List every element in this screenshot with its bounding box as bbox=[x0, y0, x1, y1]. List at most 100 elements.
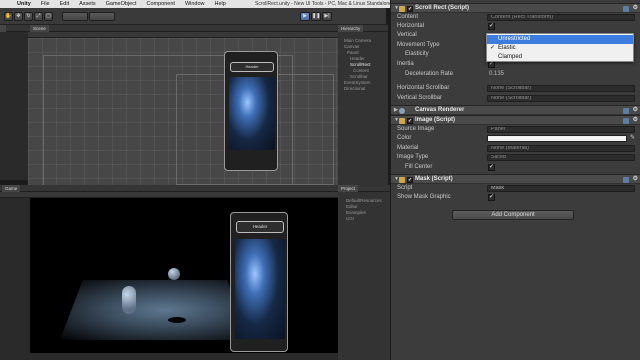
tab-project[interactable]: Project bbox=[338, 185, 359, 192]
menu-window[interactable]: Window bbox=[180, 1, 210, 7]
project-item-examples[interactable]: Examples bbox=[346, 210, 366, 215]
hand-tool-button[interactable]: ✋ bbox=[4, 12, 13, 21]
eyedropper-icon[interactable]: ✎ bbox=[630, 134, 635, 143]
gear-icon[interactable]: ⚙ bbox=[633, 116, 638, 125]
tab-scene[interactable]: Scene bbox=[30, 25, 49, 32]
image-type-label: Image Type bbox=[397, 154, 429, 160]
menu-gameobject[interactable]: GameObject bbox=[101, 1, 142, 7]
script-icon bbox=[399, 177, 405, 183]
show-mask-graphic-checkbox[interactable]: ✓ bbox=[488, 194, 495, 201]
pivot-toggle[interactable] bbox=[62, 12, 88, 21]
material-row: Material None (Material) bbox=[391, 144, 640, 153]
capsule-object bbox=[122, 286, 136, 314]
image-component-header[interactable]: ▼ ✓ Image (Script) ⚙ bbox=[391, 115, 640, 125]
hier-item-content[interactable]: Content bbox=[353, 68, 369, 73]
content-row: Content Content (Rect Transform) bbox=[391, 13, 640, 22]
mask-enabled-checkbox[interactable]: ✓ bbox=[407, 177, 413, 183]
fill-center-label: Fill Center bbox=[405, 164, 433, 170]
option-label: Unrestricted bbox=[498, 36, 531, 42]
hier-item-eventsystem[interactable]: EventSystem bbox=[344, 80, 371, 85]
gear-icon[interactable]: ⚙ bbox=[633, 4, 638, 13]
gear-icon[interactable]: ⚙ bbox=[633, 106, 638, 115]
elasticity-label: Elasticity bbox=[405, 51, 429, 57]
dropdown-option-elastic[interactable]: ✓ Elastic bbox=[487, 44, 633, 53]
game-phone-panel[interactable]: Header bbox=[230, 212, 288, 352]
hier-item-header[interactable]: Header bbox=[350, 56, 365, 61]
help-icon[interactable] bbox=[623, 6, 629, 12]
pause-button[interactable]: ❚❚ bbox=[311, 12, 321, 21]
hierarchy-left-stub bbox=[0, 25, 28, 180]
fill-center-checkbox[interactable]: ✓ bbox=[488, 164, 495, 171]
menu-component[interactable]: Component bbox=[142, 1, 180, 7]
image-type-dropdown[interactable]: Sliced bbox=[487, 154, 635, 161]
project-item-defaultresources[interactable]: DefaultResources bbox=[346, 198, 382, 203]
horizontal-row: Horizontal ✓ bbox=[391, 22, 640, 31]
deceleration-value[interactable]: 0.135 bbox=[489, 70, 504, 79]
window-title: ScrollRect.unity - New UI Tools - PC, Ma… bbox=[255, 1, 392, 7]
tab-left[interactable] bbox=[0, 25, 6, 32]
color-label: Color bbox=[397, 135, 412, 141]
scene-phone-panel[interactable]: Header bbox=[224, 51, 278, 171]
vertical-label: Vertical bbox=[397, 32, 417, 38]
hier-item-panel[interactable]: Panel bbox=[347, 50, 359, 55]
hier-item-main-camera[interactable]: Main Camera bbox=[344, 38, 371, 43]
vscrollbar-field[interactable]: None (Scrollbar) bbox=[487, 95, 635, 102]
scrollrect-enabled-checkbox[interactable]: ✓ bbox=[407, 6, 413, 12]
rect-tool-button[interactable]: ▢ bbox=[44, 12, 53, 21]
material-field[interactable]: None (Material) bbox=[487, 145, 635, 152]
dropdown-option-clamped[interactable]: Clamped bbox=[487, 53, 633, 62]
scene-view[interactable]: Scene Header bbox=[28, 25, 338, 188]
fill-center-row: Fill Center ✓ bbox=[391, 163, 640, 172]
menu-help[interactable]: Help bbox=[210, 1, 231, 7]
mask-script-field[interactable]: Mask bbox=[487, 185, 635, 192]
play-button[interactable]: ▶ bbox=[300, 12, 310, 21]
movement-type-label: Movement Type bbox=[397, 42, 440, 48]
content-field[interactable]: Content (Rect Transform) bbox=[487, 14, 635, 21]
source-image-field[interactable]: Panel bbox=[487, 126, 635, 133]
scrollrect-component-header[interactable]: ▼ ✓ Scroll Rect (Script) ⚙ bbox=[391, 3, 640, 13]
tab-game[interactable]: Game bbox=[2, 185, 21, 192]
horizontal-checkbox[interactable]: ✓ bbox=[488, 23, 495, 30]
gear-icon[interactable]: ⚙ bbox=[633, 175, 638, 184]
help-icon[interactable] bbox=[623, 118, 629, 124]
game-canvas[interactable]: Header bbox=[30, 198, 338, 353]
project-item-ugi[interactable]: UGI bbox=[346, 216, 354, 221]
space-toggle[interactable] bbox=[89, 12, 115, 21]
vscrollbar-row: Vertical Scrollbar None (Scrollbar) bbox=[391, 94, 640, 103]
tab-hierarchy[interactable]: Hierarchy bbox=[338, 25, 364, 32]
show-mask-graphic-row: Show Mask Graphic ✓ bbox=[391, 193, 640, 202]
menu-file[interactable]: File bbox=[36, 1, 55, 7]
hier-item-scrollbar[interactable]: Scrollbar bbox=[350, 74, 368, 79]
hierarchy-panel: Hierarchy Main Camera Canvas Panel Heade… bbox=[338, 25, 388, 185]
collapse-arrow-icon[interactable]: ▶ bbox=[394, 106, 398, 115]
step-button[interactable]: ▶| bbox=[322, 12, 332, 21]
move-tool-button[interactable]: ✥ bbox=[14, 12, 23, 21]
rotate-tool-button[interactable]: ↻ bbox=[24, 12, 33, 21]
menu-edit[interactable]: Edit bbox=[55, 1, 74, 7]
checkmark-icon: ✓ bbox=[490, 45, 496, 51]
menu-assets[interactable]: Assets bbox=[74, 1, 101, 7]
help-icon[interactable] bbox=[623, 108, 629, 114]
scale-tool-button[interactable]: ⤢ bbox=[34, 12, 43, 21]
help-icon[interactable] bbox=[623, 177, 629, 183]
image-enabled-checkbox[interactable]: ✓ bbox=[407, 118, 413, 124]
dropdown-option-unrestricted[interactable]: Unrestricted bbox=[487, 35, 633, 44]
scene-canvas[interactable]: Header bbox=[28, 38, 338, 188]
add-component-button[interactable]: Add Component bbox=[452, 210, 574, 220]
hier-item-directional[interactable]: Directional bbox=[344, 86, 365, 91]
canvasrenderer-component-header[interactable]: ▶ Canvas Renderer ⚙ bbox=[391, 105, 640, 115]
mask-script-label: Script bbox=[397, 185, 413, 191]
hier-item-scrollrect[interactable]: ScrollRect bbox=[350, 62, 371, 67]
color-swatch[interactable] bbox=[487, 135, 627, 142]
hscrollbar-field[interactable]: None (Scrollbar) bbox=[487, 85, 635, 92]
hole-shadow bbox=[168, 317, 186, 323]
hier-item-canvas[interactable]: Canvas bbox=[344, 44, 359, 49]
project-item-editor[interactable]: Editor bbox=[346, 204, 358, 209]
inertia-checkbox[interactable]: ✓ bbox=[488, 61, 495, 68]
game-view[interactable]: Game Header bbox=[0, 185, 338, 360]
script-icon bbox=[399, 118, 405, 124]
mask-component-header[interactable]: ▼ ✓ Mask (Script) ⚙ bbox=[391, 174, 640, 184]
menu-unity[interactable]: Unity bbox=[12, 1, 36, 7]
show-mask-graphic-label: Show Mask Graphic bbox=[397, 194, 451, 200]
horizontal-label: Horizontal bbox=[397, 23, 425, 29]
